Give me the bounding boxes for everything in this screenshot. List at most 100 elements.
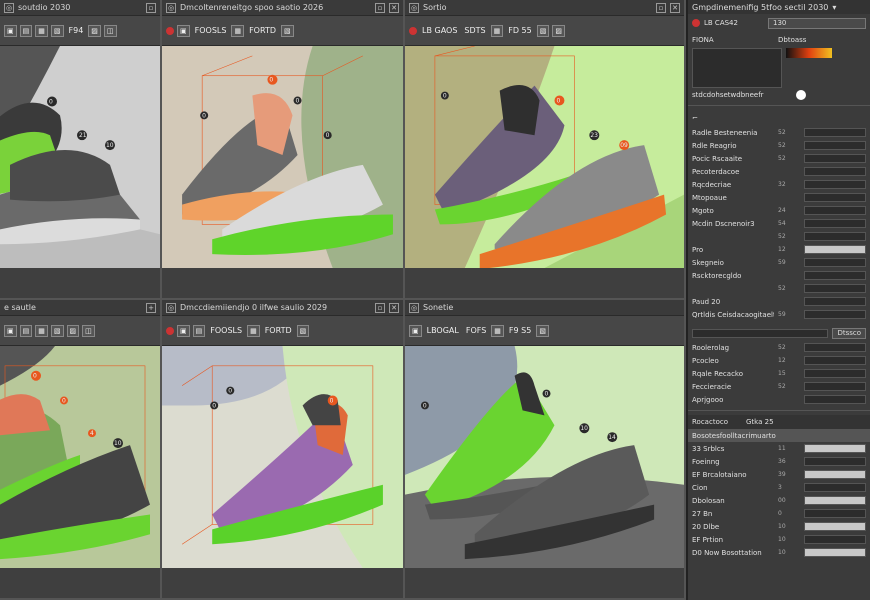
viewport-1[interactable]: ◎ soutdio 2030 ▫ ▣ ▤ ▦ ▧ F94 ▨ ◫ 0 21 10 [0,0,162,300]
tool-button[interactable]: ▨ [88,24,101,37]
property-slider[interactable] [804,496,866,505]
tool-button[interactable]: ▣ [409,324,422,337]
property-row[interactable]: Aprjgooo [688,393,870,406]
property-slider[interactable] [804,509,866,518]
property-row[interactable]: Rscktorecgldo [688,269,870,282]
viewport-canvas[interactable]: 0 0 0 0 [162,46,403,268]
property-slider[interactable] [804,395,866,404]
property-row[interactable]: Pro 12 [688,243,870,256]
tool-button[interactable]: ▧ [50,24,64,37]
property-slider[interactable] [804,258,866,267]
property-slider[interactable] [804,382,866,391]
property-row[interactable]: 33 Srblcs 11 [688,442,870,455]
property-slider[interactable] [804,444,866,453]
viewport-canvas[interactable]: 0 0 23 09 [405,46,684,268]
tool-label[interactable]: LBOGAL [425,325,461,337]
property-slider[interactable] [804,483,866,492]
tool-button[interactable]: ▣ [4,24,17,37]
minimize-icon[interactable]: ▫ [375,302,385,313]
tool-label[interactable]: LB GAOS [420,25,459,37]
table-title-row[interactable]: Bosotesfoolltacrimuarto [688,429,870,442]
tool-button[interactable]: ▣ [177,24,190,37]
property-row[interactable]: Foeinng 36 [688,455,870,468]
tool-button[interactable]: ▣ [4,324,17,337]
viewport-3[interactable]: ◎ Sortio ▫ ✕ LB GAOS SDTS ▦ FD 55 ▧ ▨ 0 … [405,0,686,300]
tool-button[interactable]: ▧ [280,24,294,37]
property-row[interactable]: Pcocleo 12 [688,354,870,367]
property-slider[interactable] [804,206,866,215]
viewport-canvas[interactable]: 0 21 10 [0,46,160,268]
top-value-field[interactable]: 130 [768,17,866,29]
property-row[interactable]: 27 Bn 0 [688,507,870,520]
property-row[interactable]: Rqale Recacko 15 [688,367,870,380]
record-icon[interactable] [166,326,174,335]
close-icon[interactable]: ✕ [389,302,399,313]
tool-button[interactable]: ▦ [247,324,260,337]
tool-label[interactable]: F94 [67,25,86,37]
minimize-icon[interactable]: ▫ [656,2,666,13]
property-slider[interactable] [804,245,866,254]
property-row[interactable]: Paud 20 [688,295,870,308]
property-row[interactable]: Cion 3 [688,481,870,494]
color-gradient[interactable] [786,48,832,58]
tool-label[interactable]: FOOSLS [193,25,229,37]
record-icon[interactable] [409,26,417,35]
property-row[interactable]: Feccieracie 52 [688,380,870,393]
add-icon[interactable]: + [146,302,156,313]
section-bar-track[interactable] [692,328,829,338]
viewport-4[interactable]: e sautle + ▣ ▤ ▦ ▧ ▨ ◫ 0 0 4 10 [0,300,162,600]
tool-button[interactable]: ▨ [66,324,80,337]
property-row[interactable]: Skegneio 59 [688,256,870,269]
tool-button[interactable]: ▤ [19,324,33,337]
tool-button[interactable]: ▦ [491,324,504,337]
viewport-5[interactable]: ◎ Dmccdiemiiendjo 0 ilfwe saulio 2029 ▫ … [162,300,405,600]
minimize-icon[interactable]: ▫ [146,2,156,13]
property-row[interactable]: D0 Now Bosottation 10 [688,546,870,559]
property-slider[interactable] [804,297,866,306]
tool-label[interactable]: FOOSLS [208,325,244,337]
property-slider[interactable] [804,310,866,319]
property-slider[interactable] [804,167,866,176]
tool-button[interactable]: ▧ [536,324,549,337]
viewport-canvas[interactable]: 0 0 10 14 [405,346,684,568]
property-row[interactable]: 20 Dlbe 10 [688,520,870,533]
property-row[interactable]: Dbolosan 00 [688,494,870,507]
property-slider[interactable] [804,343,866,352]
viewport-2[interactable]: ◎ Dmcoltenreneitgo spoo saotio 2026 ▫ ✕ … [162,0,405,300]
property-row[interactable]: 52 [688,282,870,295]
tool-label[interactable]: F9 S5 [507,325,533,337]
minimize-icon[interactable]: ▫ [375,2,385,13]
record-icon[interactable] [692,19,700,27]
property-slider[interactable] [804,457,866,466]
property-slider[interactable] [804,369,866,378]
tool-button[interactable]: ▧ [296,324,310,337]
property-row[interactable]: Mgoto 24 [688,204,870,217]
property-row[interactable]: Pecoterdacoe [688,165,870,178]
viewport-canvas[interactable]: 0 0 0 [162,346,403,568]
tool-button[interactable]: ▧ [50,324,64,337]
tool-label[interactable]: FORTD [263,325,294,337]
tool-button[interactable]: ▣ [177,324,190,337]
color-swatch[interactable] [796,89,806,100]
tool-button[interactable]: ▦ [490,24,504,37]
property-slider[interactable] [804,141,866,150]
property-row[interactable]: 52 [688,230,870,243]
property-row[interactable]: Radle Besteneenia 52 [688,126,870,139]
tool-button[interactable]: ◫ [103,24,117,37]
property-row[interactable]: Rqcdecriae 32 [688,178,870,191]
property-row[interactable]: Qrtldis Ceisdacaogitaelte 59 [688,308,870,321]
property-slider[interactable] [804,284,866,293]
tool-button[interactable]: ▧ [536,24,550,37]
tool-button[interactable]: ▦ [231,24,245,37]
property-row[interactable]: EF Prtion 10 [688,533,870,546]
viewport-canvas[interactable]: 0 0 4 10 [0,346,160,568]
close-icon[interactable]: ✕ [670,2,680,13]
property-slider[interactable] [804,193,866,202]
tool-label[interactable]: SDTS [462,25,487,37]
tool-button[interactable]: ▦ [35,24,48,37]
property-slider[interactable] [804,548,866,557]
property-slider[interactable] [804,470,866,479]
panel-menu-icon[interactable]: ▾ [832,3,836,12]
property-slider[interactable] [804,535,866,544]
tool-button[interactable]: ◫ [82,324,95,337]
